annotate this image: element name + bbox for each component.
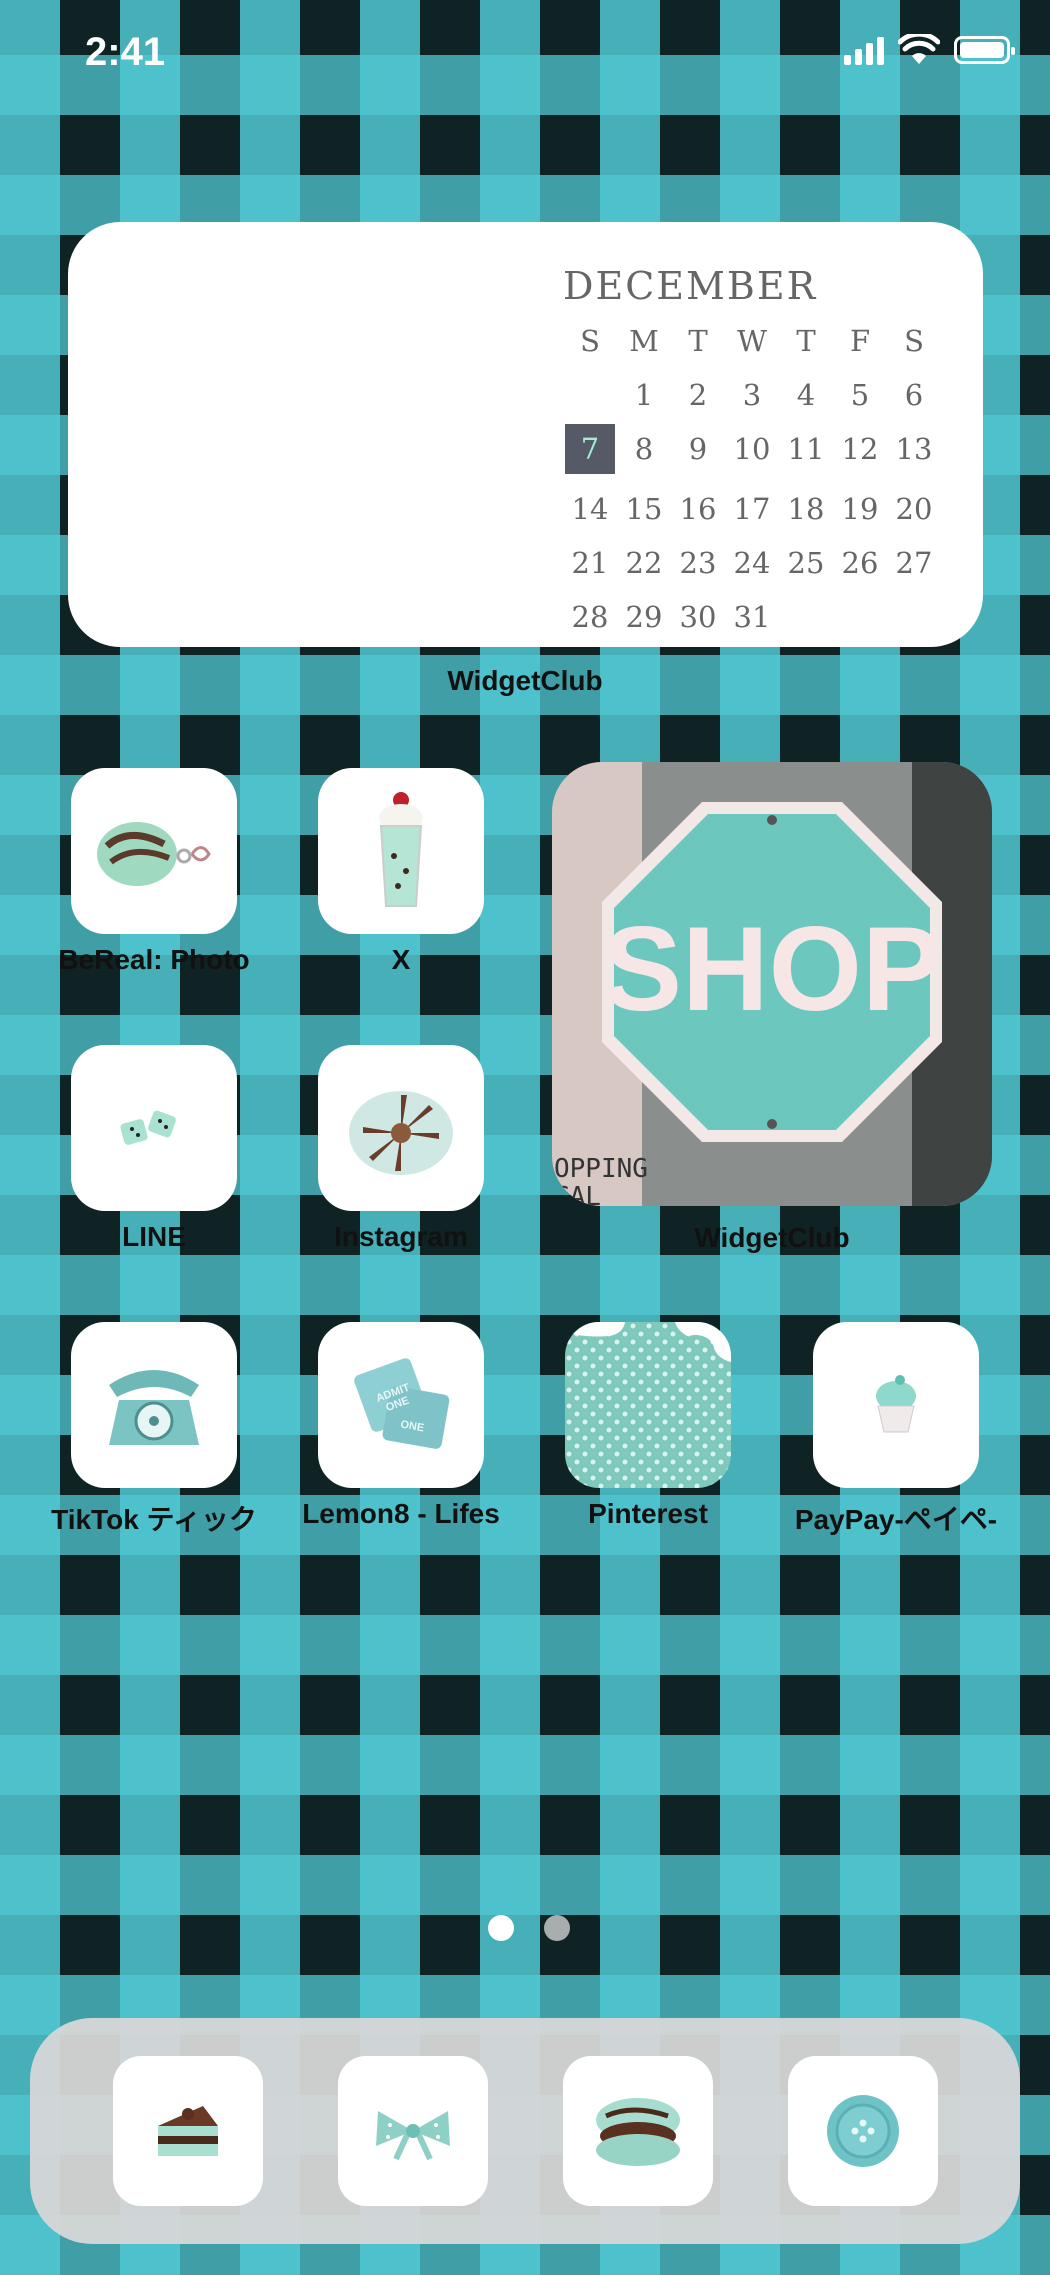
calendar-day: 18 <box>787 492 825 526</box>
calendar-day: 21 <box>571 546 609 580</box>
calendar-weekday: S <box>904 324 924 358</box>
dock-app-1[interactable] <box>113 2056 263 2206</box>
app-instagram[interactable]: Instagram <box>318 1045 484 1252</box>
app-pinterest[interactable]: Pinterest <box>565 1322 731 1529</box>
status-icons <box>844 34 1015 66</box>
calendar-weekday: W <box>737 324 767 358</box>
calendar-day: 29 <box>625 600 663 634</box>
calendar-weekday: T <box>796 324 816 358</box>
calendar-weekday: S <box>580 324 600 358</box>
photo-widget-label: WidgetClub <box>694 1222 850 1253</box>
app-label: X <box>391 944 411 975</box>
dock-app-3[interactable] <box>563 2056 713 2206</box>
calendar-day: 26 <box>841 546 879 580</box>
mint-button-icon <box>827 2095 899 2167</box>
calendar-day: 3 <box>742 378 762 412</box>
mint-layer-cake-icon <box>158 2106 218 2156</box>
cellular-signal-icon <box>844 35 884 65</box>
mint-milkshake-icon <box>318 768 484 934</box>
calendar-day: 16 <box>679 492 717 526</box>
app-bereal[interactable]: BeReal: Photo <box>58 768 250 975</box>
app-label: LINE <box>122 1221 186 1252</box>
mint-cupcake-icon <box>813 1322 979 1488</box>
calendar-day: 2 <box>688 378 708 412</box>
dock <box>30 2018 1020 2244</box>
calendar-day: 13 <box>895 432 933 466</box>
calendar-day: 5 <box>850 378 870 412</box>
app-label: TikTok ティック <box>51 1504 257 1535</box>
mint-dice-icon <box>71 1045 237 1211</box>
polka-dot-cloud-icon <box>565 1322 731 1488</box>
mint-bow-icon <box>376 2111 450 2161</box>
page-indicator[interactable] <box>488 1915 570 1941</box>
mint-chocolate-cake-icon <box>318 1045 484 1211</box>
calendar-blank <box>563 376 617 414</box>
mint-macaron-icon <box>596 2098 680 2166</box>
shop-sign-photo-widget[interactable]: SHOP OPPING CAL <box>552 762 992 1206</box>
calendar-day: 23 <box>679 546 717 580</box>
calendar-weekday: M <box>629 324 659 358</box>
mint-rotary-phone-icon <box>71 1322 237 1488</box>
calendar-widget-label: WidgetClub <box>447 665 603 696</box>
calendar-day: 12 <box>841 432 879 466</box>
app-tiktok[interactable]: TikTok ティック <box>51 1322 257 1535</box>
calendar-day: 15 <box>625 492 663 526</box>
shop-sign-text: SHOP <box>602 902 942 1036</box>
calendar-day: 24 <box>733 546 771 580</box>
calendar-month: DECEMBER <box>563 264 818 308</box>
calendar-day: 19 <box>841 492 879 526</box>
calendar-day: 22 <box>625 546 663 580</box>
calendar-day: 14 <box>571 492 609 526</box>
calendar-widget[interactable]: DECEMBER S M T W T F S 1 2 3 4 5 6 7 8 9 10 11 12 13 14 15 16 1… <box>68 222 983 647</box>
shop-window-text-line-1: OPPING <box>554 1154 648 1184</box>
calendar-weekday: F <box>849 324 871 358</box>
calendar-grid: S M T W T F S 1 2 3 4 5 6 7 8 9 10 11 12 13 14 15 16 17 18 19 20 21… <box>563 322 963 636</box>
calendar-weekday: T <box>688 324 708 358</box>
app-label: Lemon8 - Lifes <box>302 1498 500 1529</box>
app-x[interactable]: X <box>318 768 484 975</box>
mint-chocolate-bun-keychain-icon <box>71 768 237 934</box>
calendar-day: 1 <box>634 378 654 412</box>
calendar-day: 30 <box>679 600 717 634</box>
calendar-day: 4 <box>796 378 816 412</box>
page-dot-active <box>488 1915 514 1941</box>
calendar-day: 31 <box>733 600 771 634</box>
status-bar: 2:41 <box>0 0 1050 110</box>
app-label: Instagram <box>334 1221 468 1252</box>
page-dot <box>544 1915 570 1941</box>
dock-app-4[interactable] <box>788 2056 938 2206</box>
calendar-day: 25 <box>787 546 825 580</box>
calendar-today: 7 <box>565 424 615 474</box>
calendar-day: 9 <box>688 432 708 466</box>
wifi-icon <box>898 34 940 64</box>
app-label: Pinterest <box>588 1498 708 1529</box>
calendar-day: 10 <box>733 432 771 466</box>
battery-icon <box>954 36 1015 64</box>
admit-one-tickets-icon: ADMIT ONE ONE <box>318 1322 484 1488</box>
app-label: PayPay-ペイペ- <box>794 1504 998 1535</box>
app-line[interactable]: LINE <box>71 1045 237 1252</box>
app-paypay[interactable]: PayPay-ペイペ- <box>795 1322 997 1535</box>
dock-app-2[interactable] <box>338 2056 488 2206</box>
calendar-day: 28 <box>571 600 609 634</box>
calendar-day: 20 <box>895 492 933 526</box>
calendar-day: 17 <box>733 492 771 526</box>
app-lemon8[interactable]: ADMIT ONE ONE Lemon8 - Lifes <box>302 1322 500 1529</box>
calendar-day: 8 <box>634 432 654 466</box>
calendar-day: 6 <box>904 378 924 412</box>
app-label: BeReal: Photo <box>58 944 250 975</box>
calendar-day: 27 <box>895 546 933 580</box>
shop-window-text-line-2: CAL <box>554 1182 601 1206</box>
calendar-day: 11 <box>787 432 825 466</box>
status-time: 2:41 <box>85 30 166 74</box>
